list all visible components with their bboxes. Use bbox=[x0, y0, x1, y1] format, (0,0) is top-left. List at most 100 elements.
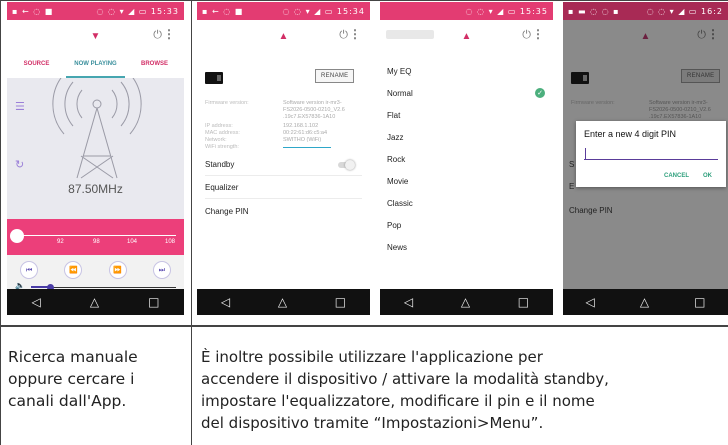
tab-now-playing[interactable]: NOW PLAYING bbox=[66, 52, 125, 78]
app-bar: ▲ ⏻ ⋮ bbox=[380, 20, 553, 52]
info-value: 192.168.1.102 bbox=[283, 123, 319, 129]
seek-forward-icon[interactable]: ⏩ bbox=[108, 261, 127, 279]
menu-item-label: Change PIN bbox=[205, 206, 249, 216]
info-value: 00:22:61:d6:c5:a4 bbox=[283, 130, 328, 136]
eq-item-label: Normal bbox=[387, 88, 413, 98]
scale-label: 98 bbox=[93, 239, 100, 245]
tuning-scale bbox=[15, 235, 176, 236]
repeat-icon[interactable]: ↻ bbox=[15, 158, 24, 171]
device-image bbox=[571, 72, 589, 84]
power-icon[interactable]: ⏻ bbox=[339, 28, 348, 42]
screenshot-settings: ▪ ← ◌ ■ ◌ ◌ ▾ ◢ ▭ 15:34 ▲ ⏻ ⋮ RENAME Fir… bbox=[197, 2, 370, 315]
caption-right: È inoltre possibile utilizzare l'applica… bbox=[201, 346, 609, 434]
app-bar: ▼ ⏻ ⋮ bbox=[7, 20, 184, 52]
recents-icon[interactable]: □ bbox=[694, 295, 705, 309]
power-icon[interactable]: ⏻ bbox=[153, 28, 162, 42]
menu-item-label: Equalizer bbox=[205, 183, 239, 192]
collapse-caret-icon[interactable]: ▲ bbox=[279, 31, 289, 42]
info-value: SWITHO (WiFi) bbox=[283, 137, 322, 143]
frequency-display: 87.50MHz bbox=[68, 182, 123, 196]
eq-item-movie[interactable]: Movie bbox=[387, 170, 545, 192]
home-icon[interactable]: △ bbox=[461, 295, 470, 309]
playback-controls: ⏮ ⏪ ⏩ ⏭ bbox=[7, 259, 184, 281]
tuning-slider[interactable]: 92 98 104 108 bbox=[7, 219, 184, 255]
info-value: Software version ir-mr3- bbox=[649, 100, 708, 106]
status-icons-left: ▪ ▬ ◌ ◌ ▪ bbox=[568, 6, 620, 16]
info-label: WiFi strength: bbox=[205, 144, 239, 150]
eq-item-rock[interactable]: Rock bbox=[387, 148, 545, 170]
screenshot-equalizer: ◌ ◌ ▾ ◢ ▭ 15:35 ▲ ⏻ ⋮ My EQ Normal ✓ Flat… bbox=[380, 2, 553, 315]
menu-item-change-pin[interactable]: Change PIN bbox=[205, 200, 362, 222]
recents-icon[interactable]: □ bbox=[148, 295, 159, 309]
collapse-caret-icon[interactable]: ▲ bbox=[462, 31, 472, 42]
tuning-knob[interactable] bbox=[10, 229, 24, 243]
skip-back-icon[interactable]: ⏮ bbox=[20, 261, 39, 279]
more-menu-icon[interactable]: ⋮ bbox=[349, 27, 361, 41]
status-icons-left: ▪ ← ◌ ■ bbox=[12, 6, 54, 16]
menu-item-standby: S bbox=[569, 160, 575, 169]
menu-item-change-pin: Change PIN bbox=[569, 206, 613, 215]
eq-item-label: Flat bbox=[387, 110, 401, 120]
back-icon[interactable]: ◁ bbox=[586, 295, 595, 309]
back-icon[interactable]: ◁ bbox=[221, 295, 230, 309]
status-bar: ▪ ← ◌ ■ ◌ ◌ ▾ ◢ ▭ 15:33 bbox=[7, 2, 184, 20]
eq-item-classic[interactable]: Classic bbox=[387, 192, 545, 214]
scale-label: 108 bbox=[165, 239, 176, 245]
pin-input[interactable] bbox=[584, 159, 718, 160]
eq-item-news[interactable]: News bbox=[387, 236, 545, 258]
cancel-button[interactable]: CANCEL bbox=[664, 173, 689, 179]
table-row-divider bbox=[0, 325, 728, 327]
device-image bbox=[205, 72, 223, 84]
scale-label: 92 bbox=[57, 239, 64, 245]
standby-toggle[interactable] bbox=[338, 160, 355, 170]
eq-item-flat[interactable]: Flat bbox=[387, 104, 545, 126]
home-icon[interactable]: △ bbox=[640, 295, 649, 309]
eq-item-my-eq[interactable]: My EQ bbox=[387, 60, 545, 82]
document-table: ▪ ← ◌ ■ ◌ ◌ ▾ ◢ ▭ 15:33 ▼ ⏻ ⋮ SOURCE NOW… bbox=[0, 0, 728, 445]
radio-tower-icon bbox=[52, 78, 142, 179]
tab-bar: SOURCE NOW PLAYING BROWSE bbox=[7, 52, 184, 78]
back-icon[interactable]: ◁ bbox=[32, 295, 41, 309]
recents-icon[interactable]: □ bbox=[518, 295, 529, 309]
eq-item-label: Classic bbox=[387, 198, 413, 208]
info-value: .19c7.EX57836-1A10 bbox=[649, 114, 702, 120]
caption-line: impostare l'equalizzatore, modificare il… bbox=[201, 392, 595, 410]
menu-item-standby[interactable]: Standby bbox=[205, 154, 362, 176]
dropdown-caret-icon[interactable]: ▼ bbox=[91, 31, 101, 42]
android-nav-bar: ◁ △ □ bbox=[197, 289, 370, 315]
menu-item-equalizer[interactable]: Equalizer bbox=[205, 177, 362, 199]
status-icons-right: ◌ ◌ ▾ ◢ ▭ 15:35 bbox=[465, 6, 548, 16]
status-icons-right: ◌ ◌ ▾ ◢ ▭ 15:34 bbox=[282, 6, 365, 16]
tab-source[interactable]: SOURCE bbox=[7, 52, 66, 78]
power-icon[interactable]: ⏻ bbox=[522, 28, 531, 42]
recents-icon[interactable]: □ bbox=[335, 295, 346, 309]
info-value: FS2026-0500-0210_V2.6 bbox=[283, 107, 345, 113]
caption-line: È inoltre possibile utilizzare l'applica… bbox=[201, 348, 543, 366]
more-menu-icon[interactable]: ⋮ bbox=[532, 27, 544, 41]
android-nav-bar: ◁ △ □ bbox=[563, 289, 728, 315]
ok-button[interactable]: OK bbox=[703, 173, 712, 179]
eq-item-pop[interactable]: Pop bbox=[387, 214, 545, 236]
home-icon[interactable]: △ bbox=[90, 295, 99, 309]
now-playing-area: ☰ ↻ 87.50MHz bbox=[7, 78, 184, 219]
android-nav-bar: ◁ △ □ bbox=[380, 289, 553, 315]
back-icon[interactable]: ◁ bbox=[404, 295, 413, 309]
redacted-title bbox=[386, 30, 434, 39]
home-icon[interactable]: △ bbox=[278, 295, 287, 309]
app-bar: ▲ ⏻ ⋮ bbox=[197, 20, 370, 52]
tab-browse[interactable]: BROWSE bbox=[125, 52, 184, 78]
seek-back-icon[interactable]: ⏪ bbox=[64, 261, 83, 279]
status-bar: ▪ ← ◌ ■ ◌ ◌ ▾ ◢ ▭ 15:34 bbox=[197, 2, 370, 20]
caption-line: accendere il dispositivo / attivare la m… bbox=[201, 370, 609, 388]
skip-forward-icon[interactable]: ⏭ bbox=[152, 261, 171, 279]
android-nav-bar: ◁ △ □ bbox=[7, 289, 184, 315]
table-border-left bbox=[0, 0, 1, 445]
status-icons-left: ▪ ← ◌ ■ bbox=[202, 6, 244, 16]
rename-button[interactable]: RENAME bbox=[315, 69, 355, 83]
eq-item-normal[interactable]: Normal ✓ bbox=[387, 82, 545, 104]
screenshot-now-playing: ▪ ← ◌ ■ ◌ ◌ ▾ ◢ ▭ 15:33 ▼ ⏻ ⋮ SOURCE NOW… bbox=[7, 2, 184, 315]
more-menu-icon[interactable]: ⋮ bbox=[163, 27, 175, 41]
eq-item-jazz[interactable]: Jazz bbox=[387, 126, 545, 148]
menu-item-equalizer: E bbox=[569, 182, 575, 191]
list-icon[interactable]: ☰ bbox=[15, 100, 25, 113]
